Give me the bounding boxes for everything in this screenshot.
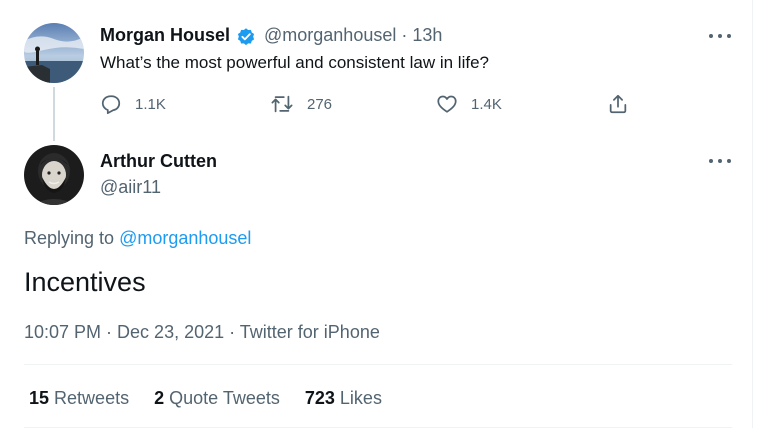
share-icon (609, 94, 627, 114)
tweet-stats: 15 Retweets 2 Quote Tweets 723 Likes (29, 388, 407, 409)
parent-handle-and-time: @morganhousel · 13h (264, 25, 442, 46)
parent-time[interactable]: 13h (412, 25, 442, 45)
reply-count: 1.1K (135, 95, 166, 113)
parent-tweet-text: What’s the most powerful and consistent … (100, 53, 489, 72)
quote-label: Quote Tweets (169, 388, 280, 408)
more-options-icon[interactable] (709, 29, 731, 43)
retweet-button[interactable]: 276 (270, 92, 332, 116)
quote-tweets-stat[interactable]: 2 Quote Tweets (154, 388, 280, 409)
more-options-icon[interactable] (709, 154, 731, 168)
avatar-arthur-cutten[interactable] (24, 145, 84, 205)
replying-to: Replying to @morganhousel (24, 228, 251, 249)
retweet-icon (271, 95, 293, 113)
main-handle[interactable]: @aiir11 (100, 177, 161, 198)
divider (24, 364, 732, 365)
thread-connector-line (53, 87, 55, 141)
parent-author-name[interactable]: Morgan Housel (100, 25, 230, 46)
retweets-stat[interactable]: 15 Retweets (29, 388, 129, 409)
tweet-timestamp[interactable]: 10:07 PM · Dec 23, 2021 · Twitter for iP… (24, 322, 380, 343)
avatar-morgan-housel[interactable] (24, 23, 84, 83)
retweet-count: 276 (307, 95, 333, 113)
likes-stat[interactable]: 723 Likes (305, 388, 382, 409)
retweets-label: Retweets (54, 388, 130, 408)
main-tweet-text: Incentives (24, 267, 146, 297)
main-author-name[interactable]: Arthur Cutten (100, 151, 217, 172)
like-count: 1.4K (471, 95, 502, 113)
column-border (752, 0, 753, 428)
replying-to-link[interactable]: @morganhousel (119, 228, 251, 248)
separator-dot: · (401, 25, 408, 45)
parent-handle[interactable]: @morganhousel (264, 25, 396, 45)
likes-count: 723 (304, 388, 335, 408)
verified-badge-icon (237, 28, 255, 46)
reply-button[interactable]: 1.1K (100, 92, 166, 116)
share-button[interactable] (607, 92, 629, 116)
likes-label: Likes (339, 388, 382, 408)
replying-prefix: Replying to (24, 228, 120, 248)
like-icon (437, 95, 457, 113)
retweets-count: 15 (29, 388, 50, 408)
reply-icon (101, 95, 121, 115)
quote-count: 2 (154, 388, 165, 408)
like-button[interactable]: 1.4K (436, 92, 502, 116)
